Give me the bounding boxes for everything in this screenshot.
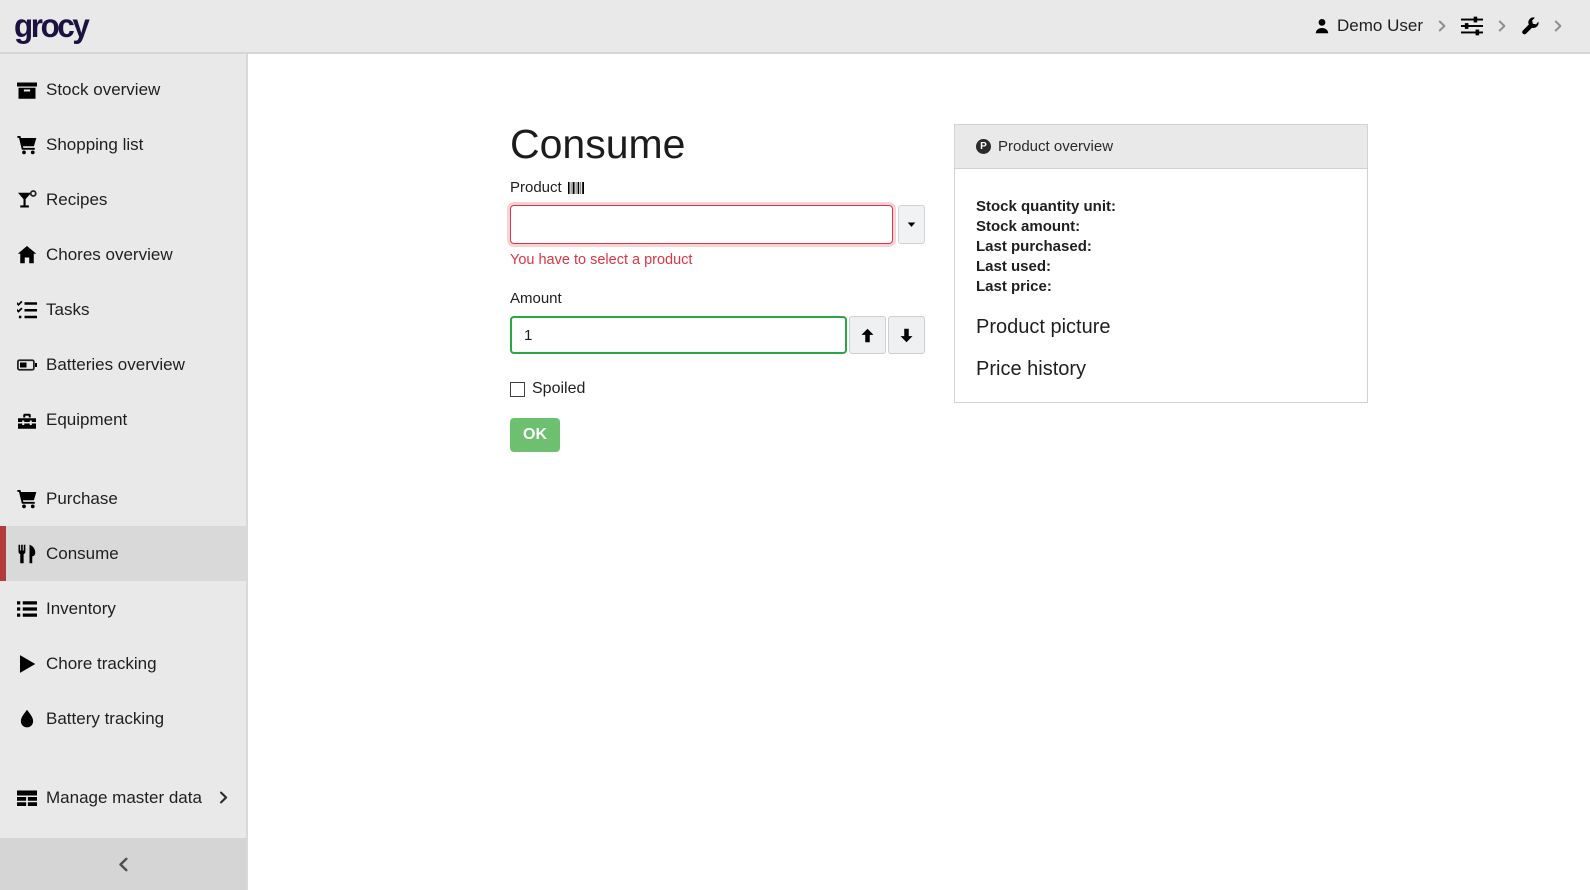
play-icon — [17, 654, 37, 674]
sidebar-item-chores-overview[interactable]: Chores overview — [0, 227, 246, 282]
sidebar-item-label: Inventory — [46, 599, 116, 619]
sidebar-item-label: Tasks — [46, 300, 89, 320]
home-icon — [17, 245, 37, 265]
product-circle-icon: P — [976, 139, 991, 154]
sidebar-collapse-button[interactable] — [0, 838, 246, 890]
consume-form: Product You have to select a product Amo… — [510, 179, 925, 452]
battery-icon — [17, 355, 37, 375]
sidebar-item-label: Batteries overview — [46, 355, 185, 375]
sidebar-item-label: Chore tracking — [46, 654, 157, 674]
amount-increment-button[interactable] — [849, 316, 886, 354]
sidebar: Stock overview Shopping list Recipes Cho… — [0, 54, 248, 890]
user-name: Demo User — [1337, 16, 1423, 36]
toolbox-icon — [17, 410, 37, 430]
user-menu[interactable]: Demo User — [1314, 16, 1423, 36]
sidebar-item-label: Stock overview — [46, 80, 160, 100]
sidebar-item-tasks[interactable]: Tasks — [0, 282, 246, 337]
chevron-right-icon[interactable] — [1436, 20, 1448, 32]
sidebar-item-chore-tracking[interactable]: Chore tracking — [0, 636, 246, 691]
product-input[interactable] — [510, 205, 893, 244]
product-overview-body: Stock quantity unit: Stock amount: Last … — [955, 169, 1367, 381]
sidebar-item-equipment[interactable]: Equipment — [0, 392, 246, 447]
product-overview-card: P Product overview Stock quantity unit: … — [954, 124, 1368, 403]
sidebar-section-gap — [0, 447, 246, 471]
shopping-cart-icon — [17, 135, 37, 155]
grocy-logo[interactable]: grocy — [14, 7, 88, 45]
sidebar-item-label: Shopping list — [46, 135, 143, 155]
user-icon — [1314, 18, 1330, 34]
chevron-right-icon[interactable] — [1552, 20, 1564, 32]
arrow-up-icon — [860, 328, 875, 343]
amount-decrement-button[interactable] — [888, 316, 925, 354]
sidebar-item-label: Manage master data — [46, 788, 202, 808]
last-used-label: Last used: — [976, 257, 1346, 277]
product-overview-title: Product overview — [998, 138, 1113, 155]
chevron-left-icon — [116, 857, 131, 872]
sidebar-item-battery-tracking[interactable]: Battery tracking — [0, 691, 246, 746]
product-label-text: Product — [510, 179, 562, 196]
barcode-icon[interactable] — [568, 182, 586, 194]
page-title: Consume — [510, 122, 685, 167]
arrow-down-icon — [899, 328, 914, 343]
main-content: Consume Product You have to select a pro… — [250, 54, 1590, 890]
amount-input-group — [510, 316, 925, 354]
sidebar-item-inventory[interactable]: Inventory — [0, 581, 246, 636]
wrench-icon[interactable] — [1521, 17, 1539, 35]
sidebar-item-label: Purchase — [46, 489, 118, 509]
spoiled-row: Spoiled — [510, 380, 925, 398]
product-input-group — [510, 205, 925, 244]
sliders-icon[interactable] — [1461, 15, 1483, 37]
last-purchased-label: Last purchased: — [976, 237, 1346, 257]
sidebar-item-label: Consume — [46, 544, 119, 564]
topbar: grocy Demo User — [0, 0, 1590, 54]
spoiled-label[interactable]: Spoiled — [532, 380, 585, 398]
spoiled-checkbox[interactable] — [510, 382, 525, 397]
sidebar-item-recipes[interactable]: Recipes — [0, 172, 246, 227]
box-icon — [17, 80, 37, 100]
amount-label-text: Amount — [510, 290, 562, 307]
chevron-right-icon[interactable] — [1496, 20, 1508, 32]
last-price-label: Last price: — [976, 277, 1346, 297]
stock-quantity-unit-label: Stock quantity unit: — [976, 197, 1346, 217]
product-picture-heading: Product picture — [976, 316, 1346, 339]
sidebar-item-purchase[interactable]: Purchase — [0, 471, 246, 526]
topbar-menu: Demo User — [1314, 15, 1564, 37]
product-field-label: Product — [510, 179, 925, 196]
chevron-right-icon — [217, 791, 230, 804]
sidebar-item-label: Recipes — [46, 190, 107, 210]
sidebar-item-label: Chores overview — [46, 245, 173, 265]
utensils-icon — [17, 544, 37, 564]
sidebar-item-consume[interactable]: Consume — [0, 526, 246, 581]
sidebar-section-gap — [0, 746, 246, 770]
ok-button[interactable]: OK — [510, 418, 560, 452]
cocktail-icon — [17, 190, 37, 210]
shopping-cart-icon — [17, 489, 37, 509]
amount-field-label: Amount — [510, 290, 925, 307]
sidebar-item-shopping-list[interactable]: Shopping list — [0, 117, 246, 172]
table-icon — [17, 788, 37, 808]
sidebar-item-stock-overview[interactable]: Stock overview — [0, 62, 246, 117]
droplet-icon — [17, 709, 37, 729]
sidebar-item-label: Battery tracking — [46, 709, 164, 729]
product-overview-header: P Product overview — [955, 125, 1367, 169]
caret-down-icon — [906, 219, 917, 230]
tasks-icon — [17, 300, 37, 320]
list-icon — [17, 599, 37, 619]
amount-input[interactable] — [510, 316, 847, 354]
product-error-message: You have to select a product — [510, 252, 925, 268]
sidebar-item-label: Equipment — [46, 410, 127, 430]
price-history-heading: Price history — [976, 358, 1346, 381]
sidebar-item-batteries-overview[interactable]: Batteries overview — [0, 337, 246, 392]
product-dropdown-button[interactable] — [898, 205, 925, 244]
sidebar-item-manage-master-data[interactable]: Manage master data — [0, 770, 246, 825]
stock-amount-label: Stock amount: — [976, 217, 1346, 237]
